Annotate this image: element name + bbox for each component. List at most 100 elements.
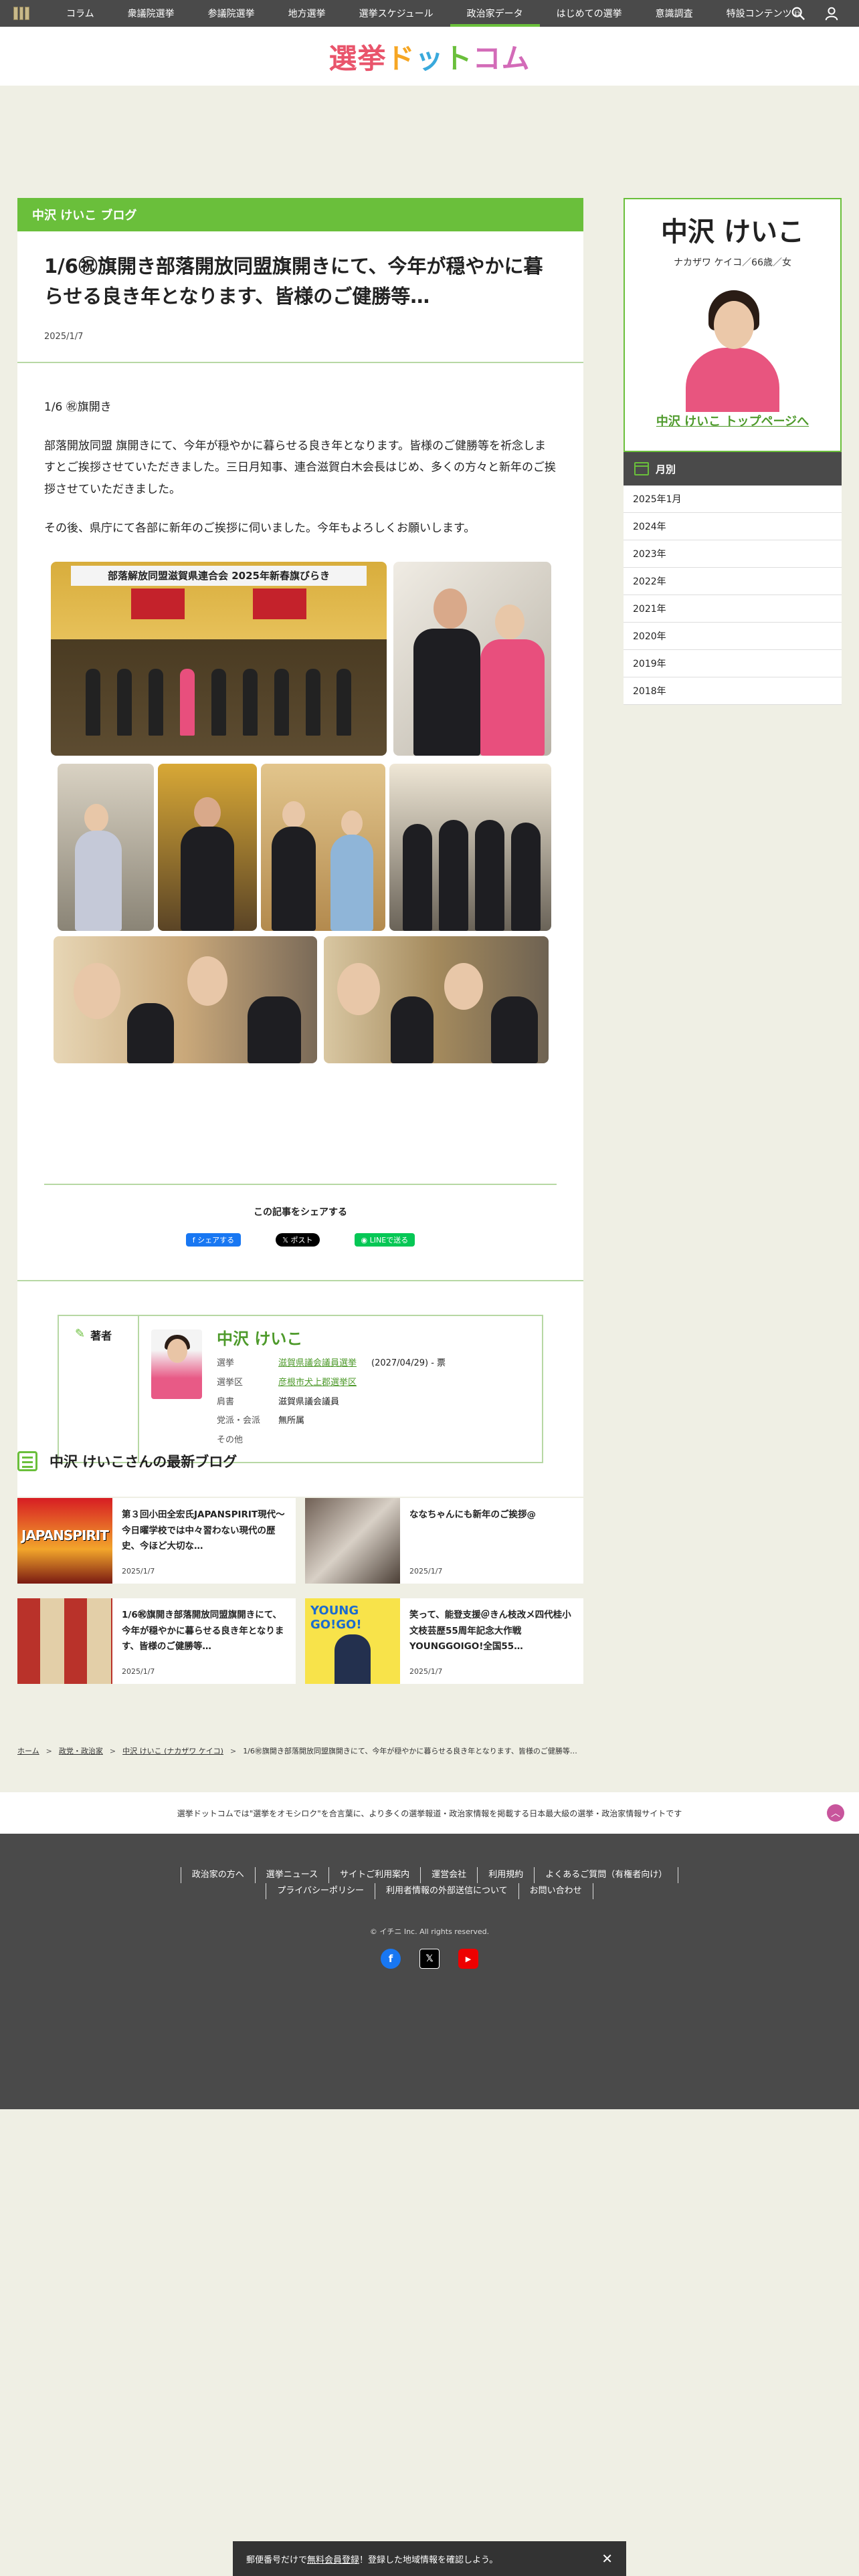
author-row-key: 党派・会派 [217,1416,261,1426]
nav-item-local-elections[interactable]: 地方選挙 [272,0,343,27]
month-item[interactable]: 2025年1月 [624,486,842,513]
youtube-icon[interactable]: ▶ [458,1949,478,1969]
monthly-archive: 月別 2025年1月 2024年 2023年 2022年 2021年 2020年… [624,452,842,705]
header-actions [791,0,839,27]
blog-card[interactable]: JAPANSPIRIT 第３回小田全宏氏JAPANSPIRIT現代〜今日曜学校で… [17,1498,296,1584]
nav-item-special-content-label: 特設コンテンツ [726,9,792,19]
latest-blogs-header: 中沢 けいこさんの最新ブログ [17,1451,583,1471]
monthly-archive-title: 月別 [656,463,676,475]
author-row-party: 党派・会派 無所属 [217,1412,446,1431]
breadcrumb-home[interactable]: ホーム [17,1745,39,1756]
close-icon[interactable]: ✕ [601,2551,613,2567]
month-item[interactable]: 2020年 [624,623,842,650]
photo-group-men [389,764,551,932]
latest-blogs-title: 中沢 けいこさんの最新ブログ [50,1454,237,1470]
list-icon [17,1451,37,1471]
footer-link[interactable]: プライバシーポリシー [266,1883,375,1899]
blog-card[interactable]: YOUNG GO!GO! 笑って、能登支援＠きん枝改メ四代桂小文枝芸歴55周年記… [305,1598,583,1684]
month-item[interactable]: 2018年 [624,677,842,705]
author-row-other: その他 [217,1431,446,1451]
footer-link[interactable]: サイトご利用案内 [328,1867,420,1883]
copyright: © イチニ Inc. All rights reserved. [369,1927,490,1936]
menu-icon[interactable] [13,7,30,20]
author-row-key: 肩書 [217,1396,235,1407]
breadcrumb-parties[interactable]: 政党・政治家 [59,1745,103,1756]
nav-items: コラム 衆議院選挙 参議院選挙 地方選挙 選挙スケジュール 政治家データ はじめ… [50,0,817,27]
profile-kana: ナカザワ ケイコ／66歳／女 [674,257,791,268]
pen-icon: ✎ [75,1327,86,1341]
footer-link[interactable]: 利用者情報の外部送信について [375,1883,518,1899]
breadcrumb-current: 1/6㊗旗開き部落開放同盟旗開きにて、今年が穏やかに暮らせる良き年となります、皆… [243,1747,577,1755]
nav-item-house-of-councillors[interactable]: 参議院選挙 [191,0,272,27]
nav-item-first-election[interactable]: はじめての選挙 [540,0,639,27]
social-links: f 𝕏 ▶ [0,1949,859,1969]
user-icon[interactable] [824,6,839,21]
facebook-icon[interactable]: f [381,1949,401,1969]
breadcrumb-separator: > [109,1746,116,1755]
profile-top-page-link[interactable]: 中沢 けいこ トップページへ [656,415,809,429]
author-election-link[interactable]: 滋賀県議会議員選挙 [278,1358,357,1368]
line-share-button[interactable]: ◉ LINEで送る [354,1233,415,1247]
photo-two-people [393,562,551,756]
site-logo[interactable]: 選挙ドットコム [328,36,530,77]
photo-banner-text: 部落解放同盟滋賀県連合会 2025年新春旗びらき [71,566,367,586]
author-district-link[interactable]: 彦根市犬上郡選挙区 [278,1378,357,1388]
blog-card[interactable]: 1/6㊗旗開き部落開放同盟旗開きにて、今年が穏やかに暮らせる良き年となります、皆… [17,1598,296,1684]
photo-speaker-kimono [158,764,257,932]
back-to-top-icon[interactable]: ︿ [827,1804,844,1822]
article-paragraph: 1/6 ㊗旗開き [44,400,112,414]
author-row-key: 選挙区 [217,1377,244,1388]
article-body: 1/6 ㊗旗開き 部落開放同盟 旗開きにて、今年が穏やかに暮らせる良き年となりま… [17,363,583,1097]
month-item[interactable]: 2019年 [624,650,842,677]
month-item[interactable]: 2023年 [624,540,842,568]
author-name[interactable]: 中沢 けいこ [217,1325,446,1349]
blog-card-thumbnail: JAPANSPIRIT [17,1498,112,1584]
facebook-share-label: シェアする [197,1236,235,1245]
nav-item-politician-data[interactable]: 政治家データ [450,0,540,27]
footer-link[interactable]: 利用規約 [477,1867,534,1883]
photo-stage-group: 部落解放同盟滋賀県連合会 2025年新春旗びらき [51,562,387,756]
photo-people [78,662,360,736]
author-row-election: 選挙 滋賀県議会議員選挙 (2027/04/29) - 票 [217,1354,446,1374]
author-info: 中沢 けいこ 選挙 滋賀県議会議員選挙 (2027/04/29) - 票 選挙区 彦根… [202,1316,446,1462]
line-share-label: LINEで送る [369,1236,409,1245]
footer: 政治家の方へ 選挙ニュース サイトご利用案内 運営会社 利用規約 よくあるご質問… [0,1834,859,2109]
article-title: 1/6㊗旗開き部落開放同盟旗開きにて、今年が穏やかに暮らせる良き年となります、皆… [44,255,543,308]
footer-link[interactable]: 選挙ニュース [254,1867,328,1883]
author-avatar[interactable] [151,1329,202,1400]
author-box: ✎ 著者 中沢 けいこ 選挙 滋賀県議会議員選挙 (2027/04/29) - 票 選… [58,1315,543,1464]
breadcrumb-politician[interactable]: 中沢 けいこ (ナカザワ ケイコ) [122,1745,223,1756]
month-item[interactable]: 2024年 [624,513,842,540]
author-label: ✎ 著者 [59,1316,139,1463]
x-icon: 𝕏 [282,1235,291,1245]
footer-link[interactable]: お問い合わせ [518,1883,593,1899]
month-item[interactable]: 2022年 [624,568,842,595]
footer-link[interactable]: よくあるご質問（有権者向け） [534,1867,679,1883]
footer-link[interactable]: 政治家の方へ [180,1867,255,1883]
blog-card[interactable]: ななちゃんにも新年のご挨拶@ 2025/1/7 [305,1498,583,1584]
monthly-archive-header: 月別 [624,452,842,486]
nav-item-survey[interactable]: 意識調査 [639,0,710,27]
blog-card-date: 2025/1/7 [122,1567,155,1576]
top-nav: コラム 衆議院選挙 参議院選挙 地方選挙 選挙スケジュール 政治家データ はじめ… [0,0,859,27]
facebook-share-button[interactable]: f シェアする [185,1233,242,1247]
search-icon[interactable] [791,6,805,21]
author-row-key: その他 [217,1434,244,1445]
blog-card-thumbnail [305,1498,400,1584]
x-icon[interactable]: 𝕏 [419,1949,440,1969]
month-item[interactable]: 2021年 [624,595,842,623]
latest-blogs: 中沢 けいこさんの最新ブログ JAPANSPIRIT 第３回小田全宏氏JAPAN… [17,1451,583,1684]
signup-link[interactable]: 無料会員登録 [307,2553,359,2565]
nav-item-house-of-representatives[interactable]: 衆議院選挙 [111,0,191,27]
nav-item-column[interactable]: コラム [50,0,111,27]
photo-selfies-left [54,936,317,1064]
x-post-button[interactable]: 𝕏 ポスト [276,1233,320,1247]
footer-tagline-bar: 選挙ドットコムでは"選挙をオモシロク"を合言葉に、より多くの選挙報道・政治家情報… [0,1792,859,1834]
blog-card-title: 第３回小田全宏氏JAPANSPIRIT現代〜今日曜学校では中々習わない現代の歴史… [122,1509,285,1552]
profile-name: 中沢 けいこ [661,217,804,247]
footer-link[interactable]: 運営会社 [420,1867,477,1883]
profile-photo[interactable] [674,281,791,412]
signup-banner-pre: 郵便番号だけで [246,2555,308,2565]
blog-card-date: 2025/1/7 [409,1667,443,1676]
nav-item-election-schedule[interactable]: 選挙スケジュール [343,0,450,27]
